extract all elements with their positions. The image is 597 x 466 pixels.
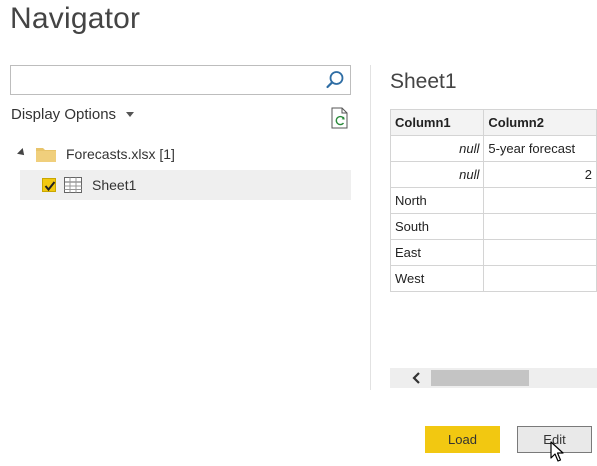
panel-divider <box>370 65 371 390</box>
table-cell: West <box>389 265 485 292</box>
table-row: East <box>389 239 597 266</box>
chevron-left-icon[interactable] <box>410 372 424 384</box>
mouse-cursor-icon <box>550 441 564 462</box>
table-cell: null <box>389 161 485 188</box>
search-box[interactable] <box>10 65 351 95</box>
table-cell: East <box>389 239 485 266</box>
chevron-down-icon <box>126 112 135 117</box>
table-row: North <box>389 187 597 214</box>
table-row: null 2 <box>389 161 597 188</box>
table-header-row: Column1 Column2 <box>389 109 597 136</box>
folder-icon <box>36 148 56 162</box>
table-row: null 5-year forecast <box>389 135 597 162</box>
load-button[interactable]: Load <box>425 426 500 453</box>
tree-item-forecasts-file[interactable]: Forecasts.xlsx [1] <box>17 141 175 167</box>
preview-table: Column1 Column2 null 5-year forecast nul… <box>389 109 597 292</box>
tree-item-file-label: Forecasts.xlsx [1] <box>66 146 175 162</box>
tree-item-sheet-label: Sheet1 <box>92 177 137 193</box>
table-icon <box>64 177 82 193</box>
table-cell: 5-year forecast <box>483 135 597 162</box>
display-options-label: Display Options <box>11 106 117 123</box>
search-icon[interactable] <box>324 69 346 91</box>
table-cell: North <box>389 187 485 214</box>
table-cell <box>483 265 597 292</box>
tree-item-sheet1[interactable]: Sheet1 <box>20 170 351 200</box>
checkmark-icon <box>44 181 56 192</box>
table-cell: South <box>389 213 485 240</box>
table-cell <box>483 187 597 214</box>
search-input[interactable] <box>11 66 311 94</box>
table-cell: 2 <box>483 161 597 188</box>
sheet1-checkbox[interactable] <box>42 178 56 192</box>
table-cell: null <box>389 135 485 162</box>
column-header: Column2 <box>483 109 597 136</box>
table-cell <box>483 239 597 266</box>
display-options-dropdown[interactable]: Display Options <box>11 106 135 123</box>
column-header: Column1 <box>389 109 485 136</box>
expand-collapse-icon[interactable] <box>17 148 27 158</box>
table-row: West <box>389 265 597 292</box>
dialog-title: Navigator <box>10 2 141 35</box>
horizontal-scrollbar[interactable] <box>390 368 597 388</box>
scrollbar-thumb[interactable] <box>431 370 529 386</box>
table-cell <box>483 213 597 240</box>
refresh-icon[interactable] <box>330 107 350 129</box>
preview-title: Sheet1 <box>390 70 457 93</box>
table-row: South <box>389 213 597 240</box>
